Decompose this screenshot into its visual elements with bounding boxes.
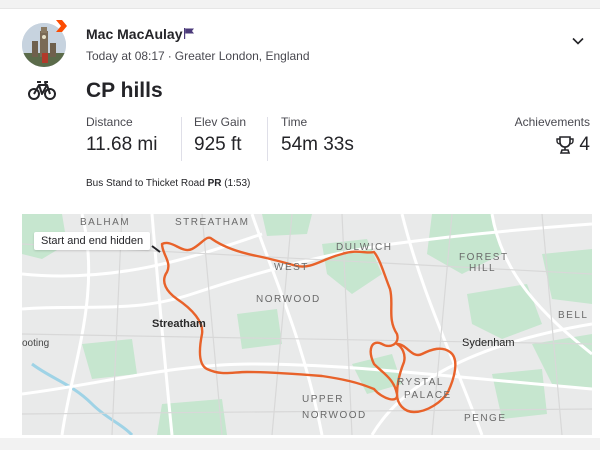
map-label-streatham: Streatham bbox=[152, 318, 206, 330]
privacy-label: Start and end hidden bbox=[34, 232, 151, 250]
map-label-penge: PENGE bbox=[464, 413, 507, 424]
activity-card: Mac MacAulay Today at 08:17 · Greater Lond… bbox=[0, 8, 600, 438]
map-label-upper: UPPER bbox=[302, 394, 344, 405]
chevron-down-icon[interactable] bbox=[570, 33, 586, 49]
achievements-value-row: 4 bbox=[515, 134, 590, 156]
stat-time: Time 54m 33s bbox=[281, 115, 354, 156]
stat-distance: Distance 11.68 mi bbox=[86, 115, 157, 156]
map-label-dulwich: DULWICH bbox=[336, 242, 393, 253]
activity-location: Greater London, England bbox=[174, 49, 310, 63]
segment-time: (1:53) bbox=[224, 178, 251, 189]
route-map[interactable]: Start and end hidden BALHAM STREATHAM DU… bbox=[22, 214, 592, 435]
stat-label: Achievements bbox=[514, 115, 590, 129]
map-label-palace: PALACE bbox=[404, 390, 452, 401]
map-label-bell: BELL bbox=[558, 310, 589, 321]
hill-label: HILL bbox=[469, 263, 497, 274]
map-label-norwood: NORWOOD bbox=[256, 294, 321, 305]
stat-value: 925 ft bbox=[194, 134, 242, 155]
map-label-tooting: ooting bbox=[22, 338, 50, 349]
segment-highlight[interactable]: Bus Stand to Thicket Road PR (1:53) bbox=[86, 178, 250, 189]
trophy-icon bbox=[556, 136, 575, 154]
activity-meta: Today at 08:17 · Greater London, England bbox=[86, 49, 310, 63]
stat-achievements[interactable]: Achievements 4 bbox=[515, 115, 590, 156]
stat-divider bbox=[181, 117, 182, 161]
activity-time: Today at 08:17 bbox=[86, 49, 165, 63]
achievements-count: 4 bbox=[579, 134, 590, 155]
subscriber-badge-icon bbox=[56, 20, 67, 32]
map-label-balham: BALHAM bbox=[80, 217, 131, 228]
bike-icon bbox=[28, 81, 56, 100]
map-label-sydenham: Sydenham bbox=[462, 337, 515, 349]
stat-divider bbox=[267, 117, 268, 161]
pr-badge: PR bbox=[207, 178, 222, 189]
stat-value: 54m 33s bbox=[281, 134, 354, 155]
map-label-forest-hill: FOREST HILL bbox=[459, 252, 509, 274]
stat-value: 11.68 mi bbox=[86, 134, 158, 155]
map-label-crystal: RYSTAL bbox=[397, 377, 444, 388]
athlete-name[interactable]: Mac MacAulay bbox=[86, 26, 182, 42]
stat-label: Distance bbox=[86, 115, 133, 129]
map-label-west: WEST bbox=[274, 262, 309, 273]
stat-label: Time bbox=[281, 115, 308, 129]
forest-label: FOREST bbox=[459, 252, 509, 263]
map-label-upper-norwood: NORWOOD bbox=[302, 410, 367, 421]
map-label-streatham-hill: STREATHAM bbox=[175, 217, 250, 228]
stat-elev-gain: Elev Gain 925 ft bbox=[194, 115, 246, 156]
segment-name: Bus Stand to Thicket Road bbox=[86, 178, 205, 189]
meta-separator: · bbox=[167, 49, 172, 63]
stat-label: Elev Gain bbox=[194, 115, 247, 129]
activity-title[interactable]: CP hills bbox=[86, 79, 163, 103]
flag-icon bbox=[184, 28, 194, 39]
